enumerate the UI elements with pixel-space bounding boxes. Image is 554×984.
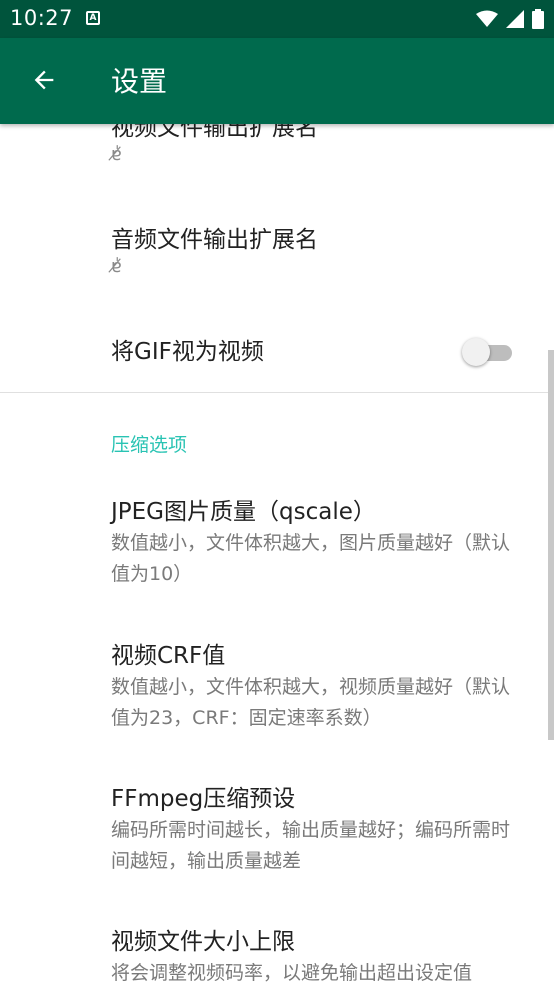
arrow-left-icon [34,70,54,90]
pref-video-size-limit-summary: 将会调整视频码率，以避免输出超出设定值 [111,962,473,984]
pref-video-crf-summary: 数值越小，文件体积越大，视频质量越好（默认值为23，CRF：固定速率系数） [111,676,511,729]
pref-video-ext-title: 视频文件输出扩展名 [111,124,318,141]
wifi-icon [476,10,498,27]
a-badge-icon: A [86,11,100,25]
settings-list[interactable]: 视频文件输出扩展名 ɐ̸̍ 音频文件输出扩展名 ɐ̸̍ 将GIF视为视频 压缩选… [0,124,554,984]
pref-video-size-limit[interactable]: 视频文件大小上限 将会调整视频码率，以避免输出超出设定值 [111,926,524,984]
app-bar: 设置 [0,38,554,124]
pref-video-size-limit-title: 视频文件大小上限 [111,929,295,955]
divider [0,392,554,393]
pref-jpeg-quality[interactable]: JPEG图片质量（qscale） 数值越小，文件体积越大，图片质量越好（默认值为… [111,496,524,590]
pref-jpeg-quality-title: JPEG图片质量（qscale） [111,499,376,525]
signal-icon [506,10,524,28]
back-button[interactable] [22,58,66,102]
gif-as-video-switch[interactable] [460,337,516,367]
section-header-compress: 压缩选项 [111,434,188,456]
status-time: 10:27 [10,6,74,30]
status-bar: 10:27 A [0,0,554,38]
pref-video-crf[interactable]: 视频CRF值 数值越小，文件体积越大，视频质量越好（默认值为23，CRF：固定速… [111,640,524,734]
page-title: 设置 [111,65,168,98]
battery-icon [532,9,544,29]
pref-audio-ext-summary: ɐ̸̍ [111,256,122,277]
pref-ffmpeg-preset[interactable]: FFmpeg压缩预设 编码所需时间越长，输出质量越好；编码所需时间越短，输出质量… [111,783,524,877]
pref-jpeg-quality-summary: 数值越小，文件体积越大，图片质量越好（默认值为10） [111,532,511,585]
status-icons [476,8,544,30]
pref-ffmpeg-preset-title: FFmpeg压缩预设 [111,786,296,812]
pref-video-ext[interactable]: 视频文件输出扩展名 ɐ̸̍ [111,124,524,166]
pref-audio-ext[interactable]: 音频文件输出扩展名 ɐ̸̍ [111,224,524,278]
scrollbar[interactable] [548,350,554,740]
pref-video-ext-summary: ɐ̸̍ [111,144,122,165]
switch-thumb [462,338,490,366]
pref-ffmpeg-preset-summary: 编码所需时间越长，输出质量越好；编码所需时间越短，输出质量越差 [111,819,511,872]
pref-video-crf-title: 视频CRF值 [111,643,226,669]
pref-audio-ext-title: 音频文件输出扩展名 [111,227,318,253]
